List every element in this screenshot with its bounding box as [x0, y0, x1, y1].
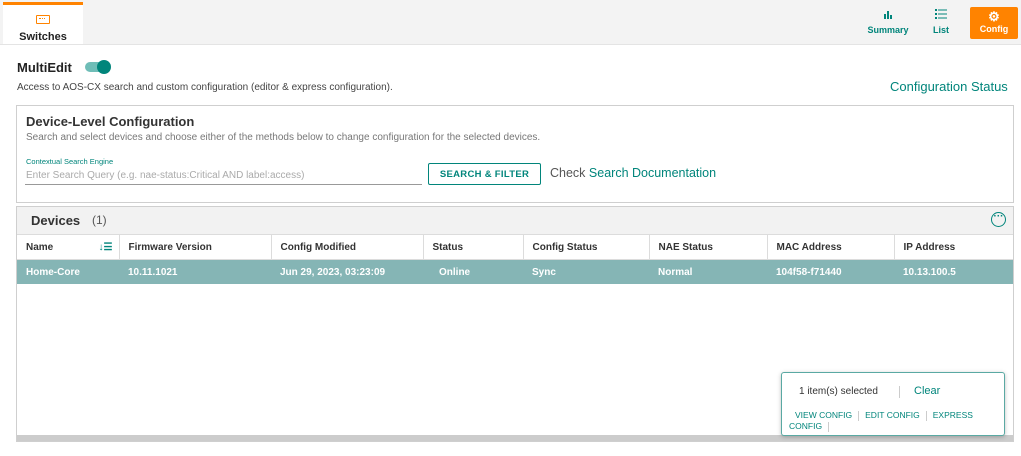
- cell-status: Online: [423, 259, 523, 284]
- column-header-config-status[interactable]: Config Status: [523, 234, 650, 260]
- search-documentation-link[interactable]: Search Documentation: [589, 166, 716, 180]
- devices-header: Devices (1) ···: [17, 207, 1013, 234]
- selection-action-popup: 1 item(s) selected Clear VIEW CONFIG EDIT…: [781, 372, 1005, 436]
- cell-config-status: Sync: [523, 259, 649, 284]
- list-view-button[interactable]: List: [925, 8, 957, 38]
- devices-title: Devices: [31, 213, 81, 228]
- device-level-config-panel: Device-Level Configuration Search and se…: [16, 105, 1014, 203]
- divider: [828, 421, 830, 432]
- view-config-link[interactable]: VIEW CONFIG: [789, 410, 858, 420]
- tab-switches-label: Switches: [19, 31, 67, 43]
- multiedit-toggle[interactable]: [85, 60, 111, 74]
- table-row[interactable]: Home-Core 10.11.1021 Jun 29, 2023, 03:23…: [17, 259, 1013, 284]
- check-label: Check: [550, 166, 586, 180]
- column-header-label: Name: [26, 241, 54, 253]
- clear-selection-link[interactable]: Clear: [914, 385, 940, 397]
- column-header-status[interactable]: Status: [423, 234, 524, 260]
- list-icon: [925, 8, 957, 23]
- config-view-label: Config: [979, 24, 1009, 34]
- table-header-row: Name ↓☰ Firmware Version Config Modified …: [17, 234, 1013, 260]
- column-header-name[interactable]: Name ↓☰: [17, 234, 120, 260]
- multiedit-label: MultiEdit: [17, 60, 72, 75]
- divider: [899, 386, 900, 398]
- cell-ip-address: 10.13.100.5: [894, 259, 1013, 284]
- multiedit-description: Access to AOS-CX search and custom confi…: [17, 82, 393, 93]
- cell-name: Home-Core: [17, 259, 119, 284]
- column-header-config-modified[interactable]: Config Modified: [271, 234, 424, 260]
- gear-icon: ⚙: [988, 9, 1000, 24]
- tab-switches[interactable]: Switches: [3, 2, 83, 44]
- sort-icon[interactable]: ↓☰: [99, 242, 113, 253]
- selected-count-text: 1 item(s) selected: [799, 386, 878, 397]
- column-header-firmware[interactable]: Firmware Version: [119, 234, 272, 260]
- configuration-status-link[interactable]: Configuration Status: [890, 79, 1008, 94]
- top-bar: Switches Summary List ⚙ Config: [0, 0, 1021, 45]
- list-view-label: List: [932, 25, 949, 35]
- toggle-knob: [97, 60, 111, 74]
- cell-firmware: 10.11.1021: [119, 259, 271, 284]
- device-level-config-title: Device-Level Configuration: [26, 114, 195, 129]
- summary-bar-chart-icon: [865, 8, 911, 23]
- column-header-mac-address[interactable]: MAC Address: [767, 234, 895, 260]
- config-view-button[interactable]: ⚙ Config: [970, 7, 1018, 39]
- column-header-ip-address[interactable]: IP Address: [894, 234, 1013, 260]
- summary-view-label: Summary: [867, 25, 909, 35]
- devices-count: (1): [92, 213, 107, 227]
- search-engine-label: Contextual Search Engine: [26, 157, 114, 166]
- cell-config-modified: Jun 29, 2023, 03:23:09: [271, 259, 423, 284]
- column-header-nae-status[interactable]: NAE Status: [649, 234, 768, 260]
- summary-view-button[interactable]: Summary: [865, 8, 911, 38]
- cell-mac-address: 104f58-f71440: [767, 259, 894, 284]
- cell-nae-status: Normal: [649, 259, 767, 284]
- search-input[interactable]: [25, 167, 422, 185]
- selection-actions: VIEW CONFIG EDIT CONFIG EXPRESS CONFIG: [789, 410, 1004, 432]
- switch-icon: [36, 15, 50, 24]
- device-level-config-description: Search and select devices and choose eit…: [26, 132, 541, 143]
- edit-config-link[interactable]: EDIT CONFIG: [859, 410, 926, 420]
- more-options-icon[interactable]: ···: [991, 212, 1006, 227]
- search-filter-button[interactable]: SEARCH & FILTER: [428, 163, 541, 185]
- devices-table: Name ↓☰ Firmware Version Config Modified …: [17, 234, 1013, 284]
- check-documentation-text: Check Search Documentation: [550, 166, 716, 180]
